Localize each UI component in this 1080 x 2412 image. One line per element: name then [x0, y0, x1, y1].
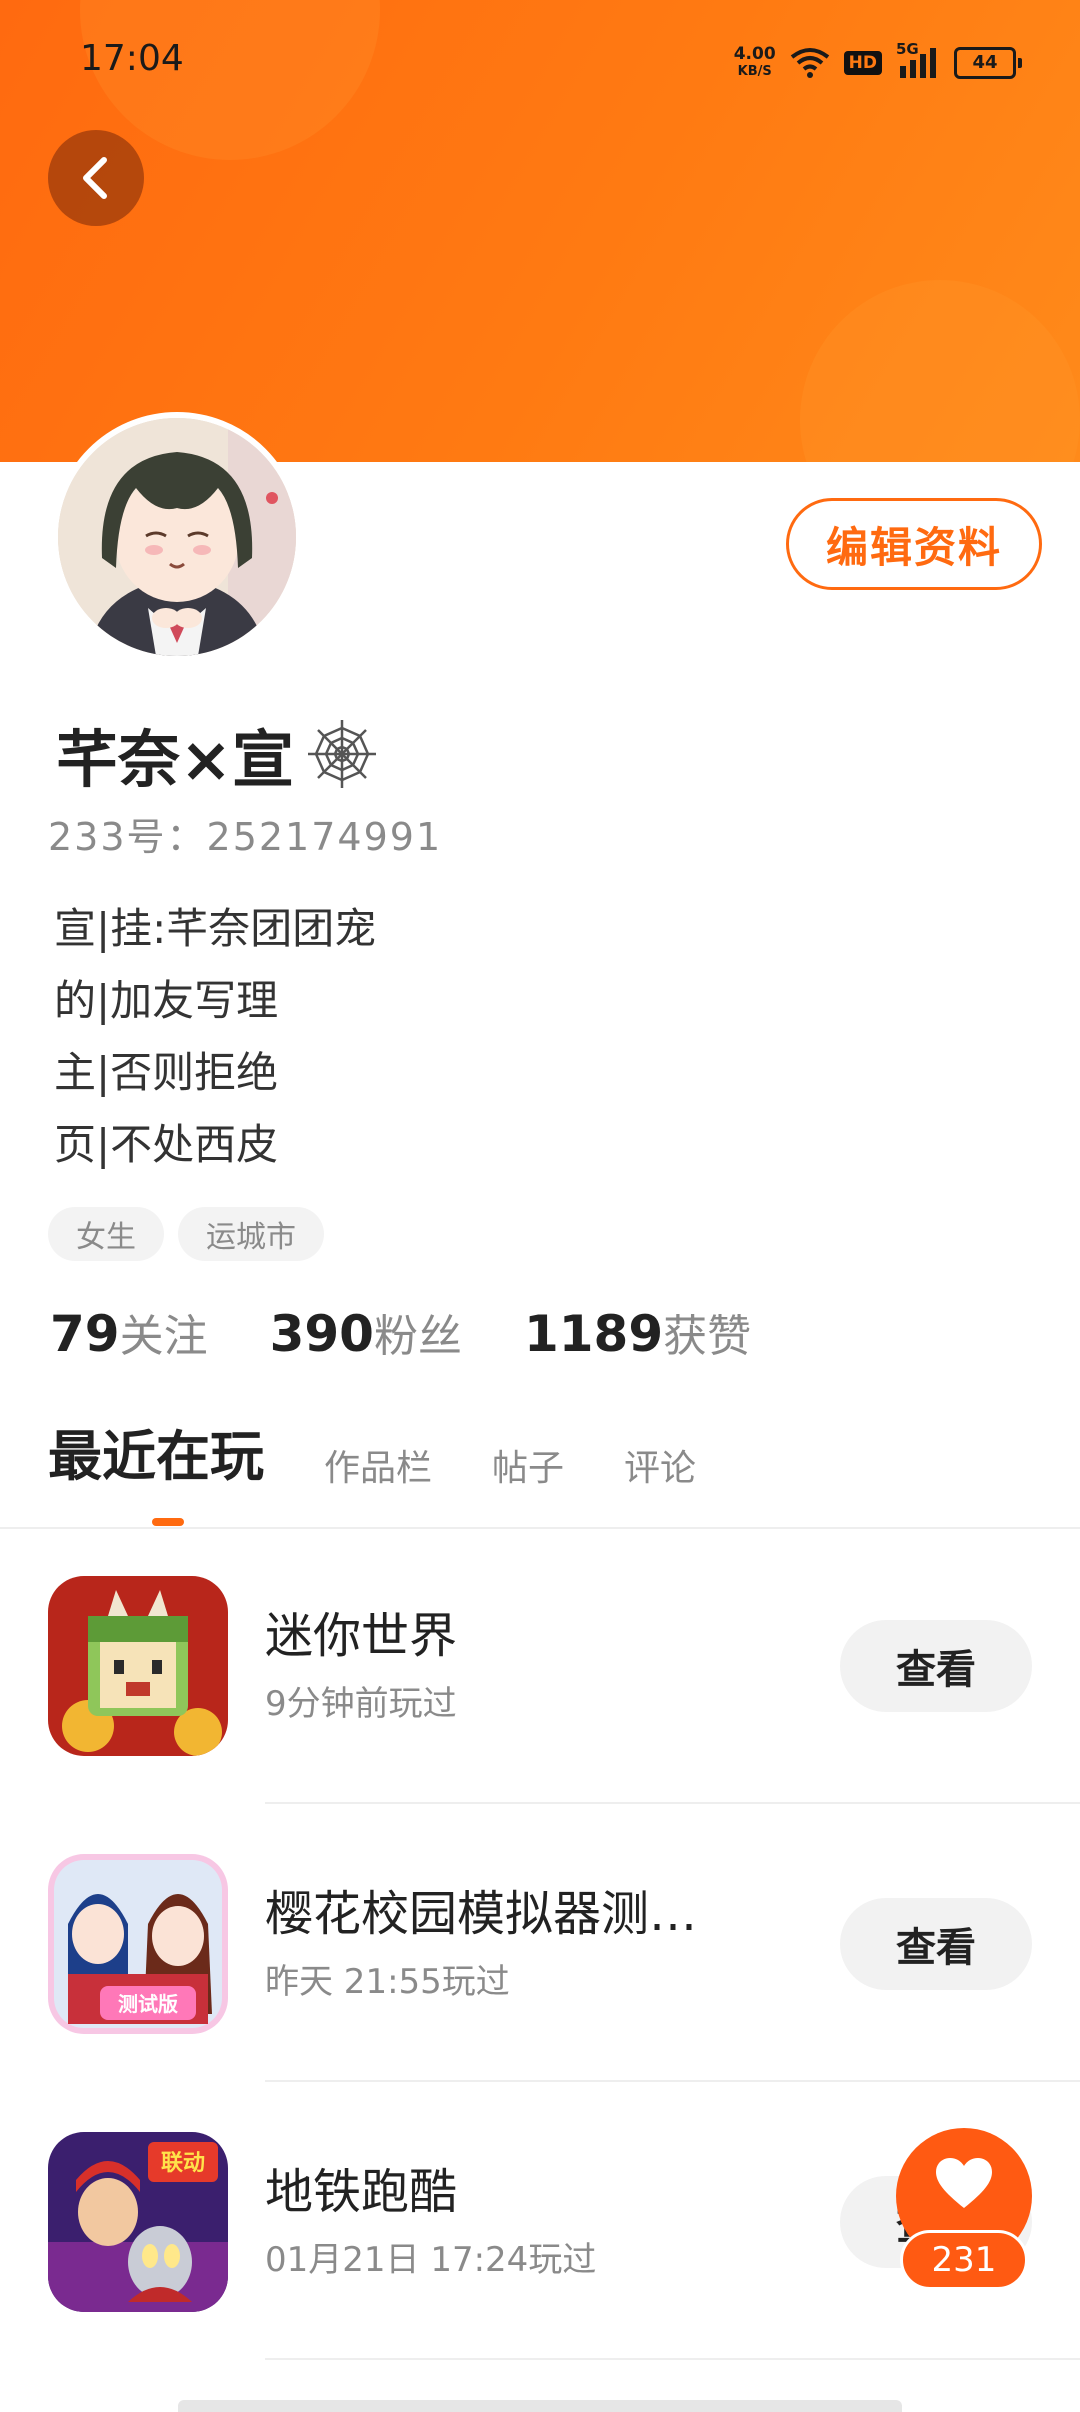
banner-decoration — [800, 280, 1080, 462]
avatar[interactable] — [52, 412, 302, 662]
stat-followers[interactable]: 390粉丝 — [270, 1300, 462, 1364]
nickname: 芊奈×宣 — [56, 714, 380, 796]
game-last-played: 昨天 21:55玩过 — [265, 1962, 510, 2002]
game-last-played: 9分钟前玩过 — [265, 1684, 457, 1724]
active-tab-indicator — [152, 1518, 184, 1526]
game-title: 樱花校园模拟器测… — [265, 1886, 698, 1942]
stat-number: 1189 — [523, 1305, 664, 1363]
stat-likes[interactable]: 1189获赞 — [524, 1300, 751, 1364]
status-time: 17:04 — [80, 38, 184, 79]
stat-label: 粉丝 — [373, 1311, 462, 1362]
stat-number: 390 — [269, 1305, 374, 1363]
bio: 宣|挂:芊奈团团宠 的|加友写理 主|否则拒绝 页|不处西皮 — [54, 893, 376, 1181]
hd-badge: HD — [843, 51, 882, 75]
profile-tabs: 最近在玩 作品栏 帖子 评论 — [48, 1412, 696, 1491]
signal-icon: 5G — [896, 40, 940, 80]
divider — [265, 2080, 1080, 2082]
like-count: 231 — [900, 2230, 1028, 2290]
game-title: 迷你世界 — [265, 1608, 458, 1664]
tab-comments[interactable]: 评论 — [624, 1439, 696, 1491]
game-title: 地铁跑酷 — [265, 2164, 458, 2220]
divider — [265, 2358, 1080, 2360]
svg-text:联动: 联动 — [161, 2151, 205, 2176]
tag-city: 运城市 — [178, 1207, 324, 1261]
bio-line: 主|否则拒绝 — [54, 1048, 279, 1097]
stat-number: 79 — [50, 1305, 120, 1363]
status-bar: 17:04 4.00 KB/S HD 5G 44 — [0, 0, 1080, 120]
stat-following[interactable]: 79关注 — [50, 1300, 208, 1364]
sakura-school-icon: 测试版 — [48, 1854, 228, 2034]
stat-label: 关注 — [119, 1311, 208, 1362]
spider-web-icon — [307, 720, 376, 788]
view-button[interactable]: 查看 — [840, 1620, 1032, 1712]
heart-icon — [936, 2158, 992, 2208]
network-speed: 4.00 KB/S — [734, 46, 776, 80]
view-button[interactable]: 查看 — [840, 1898, 1032, 1990]
stat-label: 获赞 — [663, 1311, 752, 1362]
profile-tags: 女生 运城市 — [48, 1207, 324, 1261]
tab-works[interactable]: 作品栏 — [324, 1439, 432, 1491]
wifi-icon — [790, 48, 829, 78]
back-button[interactable] — [48, 130, 144, 226]
mini-world-icon — [48, 1576, 228, 1756]
network-speed-value: 4.00 — [733, 44, 776, 64]
nickname-text: 芊奈×宣 — [56, 723, 294, 796]
svg-text:测试版: 测试版 — [118, 1992, 178, 2016]
bottom-bar — [178, 2400, 902, 2412]
bio-line: 宣|挂:芊奈团团宠 — [54, 904, 377, 953]
profile-page: 17:04 4.00 KB/S HD 5G 44 编辑资料 芊奈×宣 233号：… — [0, 0, 1080, 2412]
chevron-left-icon — [83, 157, 107, 199]
subway-surfers-icon: 联动 — [48, 2132, 228, 2312]
list-item[interactable]: 测试版 樱花校园模拟器测… 昨天 21:55玩过 查看 — [0, 1854, 1080, 2132]
battery-icon: 44 — [954, 47, 1022, 79]
tag-gender: 女生 — [48, 1207, 164, 1261]
tab-recently-played[interactable]: 最近在玩 — [48, 1412, 264, 1491]
divider — [0, 1527, 1080, 1529]
divider — [265, 1802, 1080, 1804]
battery-level: 44 — [954, 47, 1016, 79]
user-id: 233号：252174991 — [48, 815, 443, 859]
game-last-played: 01月21日 17:24玩过 — [265, 2240, 597, 2280]
status-icons: 4.00 KB/S HD 5G 44 — [734, 40, 1022, 86]
bio-line: 页|不处西皮 — [54, 1120, 279, 1169]
list-item[interactable]: 迷你世界 9分钟前玩过 查看 — [0, 1576, 1080, 1854]
edit-profile-button[interactable]: 编辑资料 — [786, 498, 1042, 590]
network-speed-unit: KB/S — [737, 64, 772, 79]
avatar-image — [58, 418, 296, 656]
bio-line: 的|加友写理 — [54, 976, 279, 1025]
tab-posts[interactable]: 帖子 — [492, 1439, 564, 1491]
profile-stats: 79关注 390粉丝 1189获赞 — [50, 1300, 751, 1364]
